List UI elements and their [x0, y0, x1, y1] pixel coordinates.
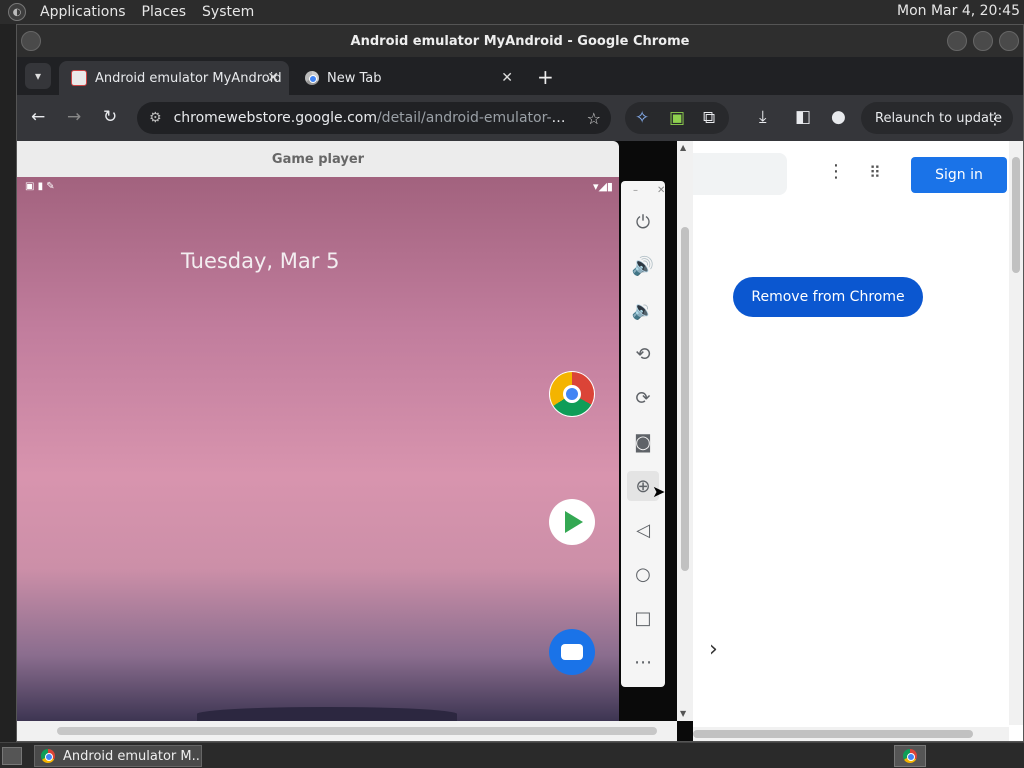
minimize-button[interactable] [947, 31, 967, 51]
rotate-left-icon[interactable]: ⟲ [627, 339, 659, 369]
tab-strip: ▾ Android emulator MyAndroid ✕ New Tab ✕… [17, 57, 1023, 95]
tab-android-emulator[interactable]: Android emulator MyAndroid ✕ [59, 61, 289, 95]
chrome-app-icon[interactable] [549, 371, 595, 417]
browser-toolbar: ← → ↻ ⚙ chromewebstore.google.com/detail… [17, 95, 1023, 141]
close-window-button[interactable] [999, 31, 1019, 51]
extension-android-icon[interactable]: ▣ [669, 108, 685, 128]
chevron-right-icon[interactable]: › [709, 637, 718, 662]
overview-nav-icon[interactable]: □ [627, 603, 659, 633]
rotate-right-icon[interactable]: ⟳ [627, 383, 659, 413]
back-arrow-icon[interactable]: ← [31, 107, 45, 127]
tab-label: Android emulator MyAndroid [95, 70, 282, 86]
game-player-title: Game player [17, 141, 619, 177]
clock[interactable]: Mon Mar 4, 20:45 [897, 3, 1020, 19]
volume-down-icon[interactable]: 🔉 [627, 295, 659, 325]
chrome-favicon-icon [305, 71, 319, 85]
tab-label: New Tab [327, 70, 382, 86]
reload-icon[interactable]: ↻ [103, 107, 117, 127]
address-bar[interactable]: ⚙ chromewebstore.google.com/detail/andro… [137, 102, 611, 134]
show-desktop-icon[interactable] [2, 747, 22, 765]
tab-new-tab[interactable]: New Tab ✕ [293, 61, 523, 95]
home-nav-icon[interactable]: ○ [627, 559, 659, 589]
panel-close-icon[interactable]: ✕ [657, 185, 665, 196]
extensions-area: ✧ ▣ ⧉ [625, 102, 729, 134]
desktop-background [0, 24, 16, 742]
camera-icon[interactable]: ◙ [627, 427, 659, 457]
site-info-icon[interactable]: ⚙ [149, 110, 162, 126]
bottom-taskbar: Android emulator M... [0, 742, 1024, 768]
emulator-favicon-icon [71, 70, 87, 86]
forward-arrow-icon[interactable]: → [67, 107, 81, 127]
chrome-icon [41, 749, 55, 763]
relaunch-label: Relaunch to update [875, 110, 1003, 126]
distro-logo-icon[interactable]: ◐ [8, 3, 26, 21]
wallpaper-hill [197, 707, 457, 721]
google-apps-icon[interactable]: ⠿ [869, 163, 881, 182]
window-title: Android emulator MyAndroid - Google Chro… [350, 33, 690, 49]
popup-vertical-scrollbar[interactable]: ▲ ▼ [677, 141, 693, 721]
bookmark-star-icon[interactable]: ☆ [587, 109, 601, 128]
store-more-icon[interactable]: ⋮ [827, 161, 845, 182]
side-panel-icon[interactable]: ◧ [795, 107, 811, 127]
web-store-page: ⋮ ⠿ Sign in Remove from Chrome › [693, 141, 1023, 741]
emulator-popup: Game player ▣ ▮ ✎ ▾◢▮ Tuesday, Mar 5 – ✕… [17, 141, 693, 741]
applications-menu[interactable]: Applications [32, 4, 134, 20]
task-label: Android emulator M... [63, 748, 202, 764]
extensions-puzzle-icon[interactable]: ⧉ [703, 108, 715, 128]
volume-up-icon[interactable]: 🔊 [627, 251, 659, 281]
mouse-pointer-icon: ➤ [652, 482, 666, 501]
emulator-controls: – ✕ ⏻ 🔊 🔉 ⟲ ⟳ ◙ ⊕ ◁ ○ □ ⋯ [621, 181, 665, 687]
store-search-box[interactable] [693, 153, 787, 195]
system-top-panel: ◐ Applications Places System Mon Mar 4, … [0, 0, 1024, 24]
extension-gemini-icon[interactable]: ✧ [635, 108, 649, 128]
profile-icon[interactable]: ● [831, 107, 846, 127]
window-titlebar[interactable]: Android emulator MyAndroid - Google Chro… [17, 25, 1023, 57]
popup-horizontal-scrollbar[interactable] [17, 721, 677, 741]
store-horizontal-scrollbar[interactable] [693, 727, 1009, 741]
android-screen[interactable]: ▣ ▮ ✎ ▾◢▮ Tuesday, Mar 5 [17, 177, 619, 721]
sign-in-button[interactable]: Sign in [911, 157, 1007, 193]
relaunch-to-update-button[interactable]: Relaunch to update ⋮ [861, 102, 1013, 134]
system-menu[interactable]: System [194, 4, 262, 20]
page-content: ⋮ ⠿ Sign in Remove from Chrome › Game pl… [17, 141, 1023, 741]
maximize-button[interactable] [973, 31, 993, 51]
store-vertical-scrollbar[interactable] [1009, 141, 1023, 725]
new-tab-plus-icon[interactable]: + [537, 65, 554, 89]
taskbar-chrome-window[interactable]: Android emulator M... [34, 745, 202, 767]
messages-app-icon[interactable] [549, 629, 595, 675]
power-button-icon[interactable]: ⏻ [627, 207, 659, 237]
tab-search-icon[interactable]: ▾ [25, 63, 51, 89]
more-options-icon[interactable]: ⋯ [627, 647, 659, 677]
remove-from-chrome-button[interactable]: Remove from Chrome [733, 277, 923, 317]
android-status-icons: ▾◢▮ [592, 180, 613, 193]
download-icon[interactable]: ⤓ [759, 107, 767, 127]
chrome-window: Android emulator MyAndroid - Google Chro… [16, 24, 1024, 742]
more-menu-icon[interactable]: ⋮ [987, 109, 1003, 128]
android-notification-icons: ▣ ▮ ✎ [25, 181, 55, 192]
android-date[interactable]: Tuesday, Mar 5 [181, 249, 339, 273]
url-text: chromewebstore.google.com/detail/android… [173, 110, 574, 126]
back-nav-icon[interactable]: ◁ [627, 515, 659, 545]
panel-minimize-icon[interactable]: – [633, 185, 638, 196]
play-store-app-icon[interactable] [549, 499, 595, 545]
window-menu-button[interactable] [21, 31, 41, 51]
tray-chrome-icon[interactable] [894, 745, 926, 767]
close-tab-icon[interactable]: ✕ [267, 70, 279, 86]
places-menu[interactable]: Places [134, 4, 195, 20]
close-tab-icon[interactable]: ✕ [501, 70, 513, 86]
